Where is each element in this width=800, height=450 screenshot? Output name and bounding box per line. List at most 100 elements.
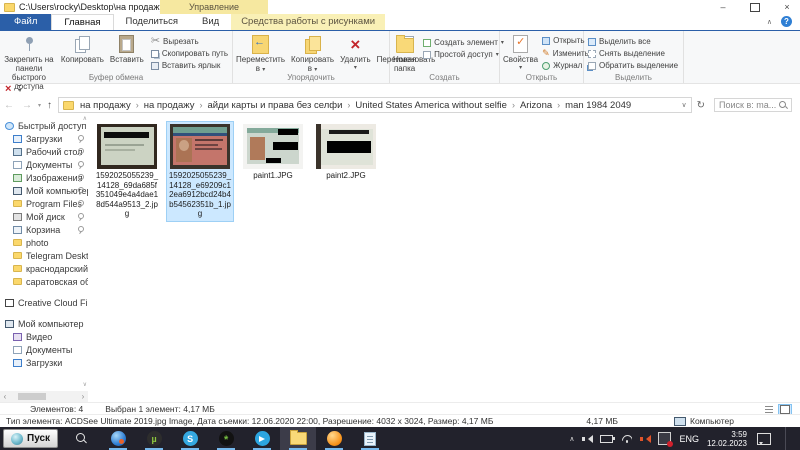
file-list-area[interactable]: 1592025055239_14128_69da685f351049e4a4da…: [89, 114, 800, 402]
sidebar-item-this-pc[interactable]: Мой компьютер: [0, 317, 88, 330]
hidden-icons-chevron[interactable]: ∧: [569, 435, 574, 443]
sidebar-item-documents2[interactable]: Документы: [0, 343, 88, 356]
collapse-ribbon-icon[interactable]: ∧: [767, 18, 772, 26]
clock[interactable]: 3:59 12.02.2023: [707, 430, 747, 448]
action-center-icon[interactable]: [757, 433, 771, 445]
file-item-selected[interactable]: 1592025055239_14128_e69209c12ea6912bcd24…: [166, 121, 234, 222]
taskbar-app-browser[interactable]: [100, 427, 136, 450]
audio-app-icon[interactable]: [640, 434, 650, 444]
sidebar-item-computer[interactable]: Мой компьютер: [0, 184, 88, 197]
volume-icon[interactable]: [582, 434, 592, 444]
up-button[interactable]: ↑: [43, 100, 56, 111]
details-view-button[interactable]: [762, 404, 776, 415]
file-item[interactable]: paint1.JPG: [239, 121, 307, 184]
thumbnails-view-button[interactable]: [778, 404, 792, 415]
scroll-left-icon[interactable]: ‹: [0, 392, 10, 401]
restore-button[interactable]: [750, 3, 760, 12]
breadcrumb-item[interactable]: на продажу: [78, 100, 133, 111]
sidebar-item-my-drive[interactable]: Мой диск: [0, 210, 88, 223]
breadcrumb-item[interactable]: man 1984 2049: [563, 100, 633, 111]
paste-button[interactable]: Вставить: [107, 33, 147, 64]
history-icon: [542, 62, 550, 70]
scroll-right-icon[interactable]: ›: [78, 392, 88, 401]
taskbar-app-icq[interactable]: [208, 427, 244, 450]
breadcrumb-item[interactable]: на продажу: [142, 100, 197, 111]
sidebar-item-photo[interactable]: photo: [0, 236, 88, 249]
copy-button[interactable]: Копировать: [58, 33, 107, 64]
invert-selection-button[interactable]: Обратить выделение: [588, 61, 678, 71]
taskbar-app-agent[interactable]: [316, 427, 352, 450]
breadcrumb-item[interactable]: айди карты и права без селфи: [205, 100, 344, 111]
tab-file[interactable]: Файл: [0, 14, 51, 30]
delete-button[interactable]: × Удалить ▾: [337, 33, 374, 73]
scrollbar-thumb[interactable]: [18, 393, 46, 400]
sidebar-item-pictures[interactable]: Изображения: [0, 171, 88, 184]
sidebar-item-saratov[interactable]: саратовская область: [0, 275, 88, 288]
copy-to-button[interactable]: Копировать в ▾: [288, 33, 337, 75]
sidebar-item-downloads2[interactable]: Загрузки: [0, 356, 88, 369]
recent-locations-icon[interactable]: ▾: [36, 102, 43, 109]
tab-view[interactable]: Вид: [190, 14, 231, 30]
sidebar-item-desktop[interactable]: Рабочий стол: [0, 145, 88, 158]
notification-app-icon[interactable]: [658, 432, 671, 445]
minimize-button[interactable]: –: [718, 2, 728, 12]
taskbar-app-notes[interactable]: [352, 427, 388, 450]
forward-button[interactable]: →: [18, 100, 36, 111]
breadcrumb-separator: ›: [133, 100, 142, 110]
tab-share[interactable]: Поделиться: [114, 14, 190, 30]
search-input[interactable]: Поиск в: ma...: [714, 98, 792, 112]
horizontal-scrollbar[interactable]: ‹ ›: [0, 391, 88, 402]
computer-icon: [674, 417, 686, 426]
easy-access-button[interactable]: Простой доступ ▾: [423, 50, 504, 60]
select-all-button[interactable]: Выделить все: [588, 37, 678, 47]
network-icon[interactable]: [621, 434, 632, 443]
show-desktop-button[interactable]: [785, 427, 790, 450]
taskbar-app-explorer[interactable]: [280, 427, 316, 450]
taskbar-app-skype[interactable]: [172, 427, 208, 450]
sidebar-item-program-files[interactable]: Program Files: [0, 197, 88, 210]
close-button[interactable]: ×: [782, 2, 792, 12]
documents-icon: [13, 346, 22, 354]
taskbar-app-utorrent[interactable]: [136, 427, 172, 450]
open-icon: [542, 37, 550, 45]
cut-button[interactable]: ✂ Вырезать: [151, 36, 228, 47]
select-all-icon: [588, 38, 596, 46]
refresh-icon[interactable]: ↻: [692, 100, 710, 111]
select-none-button[interactable]: Снять выделение: [588, 49, 678, 59]
breadcrumb-item[interactable]: Arizona: [518, 100, 554, 111]
copy-path-button[interactable]: Скопировать путь: [151, 49, 228, 59]
new-item-button[interactable]: Создать элемент ▾: [423, 38, 504, 48]
scroll-down-icon[interactable]: ∨: [83, 381, 87, 388]
sidebar-item-krasnodar[interactable]: краснодарский край: [0, 262, 88, 275]
properties-button[interactable]: Свойства ▾: [500, 33, 541, 73]
address-dropdown-icon[interactable]: ∨: [677, 101, 690, 109]
file-item[interactable]: 1592025055239_14128_69da685f351049e4a4da…: [93, 121, 161, 222]
breadcrumb-item[interactable]: United States America without selfie: [353, 100, 509, 111]
sidebar-item-telegram-desktop[interactable]: Telegram Desktop: [0, 249, 88, 262]
tab-picture-tools[interactable]: Средства работы с рисунками: [231, 14, 385, 30]
new-folder-button[interactable]: Новая папка: [390, 33, 419, 73]
move-to-button[interactable]: Переместить в ▾: [233, 33, 288, 75]
sidebar-item-quick-access[interactable]: Быстрый доступ: [0, 119, 88, 132]
address-bar[interactable]: на продажу › на продажу › айди карты и п…: [58, 97, 692, 113]
language-indicator[interactable]: ENG: [679, 434, 699, 444]
taskbar-app-telegram[interactable]: [244, 427, 280, 450]
qat-customize-icon[interactable]: ▾: [18, 85, 21, 94]
sidebar-item-videos[interactable]: Видео: [0, 330, 88, 343]
tab-home[interactable]: Главная: [51, 14, 113, 30]
title-bar[interactable]: C:\Users\rocky\Desktop\на продажу\на про…: [0, 0, 800, 14]
sidebar-item-documents[interactable]: Документы: [0, 158, 88, 171]
tray-date: 12.02.2023: [707, 439, 747, 448]
back-button[interactable]: ←: [0, 100, 18, 111]
battery-icon[interactable]: [600, 435, 613, 443]
qat-delete-icon[interactable]: ×: [5, 84, 11, 95]
sidebar-item-creative-cloud[interactable]: Creative Cloud Files: [0, 296, 88, 309]
paste-shortcut-button[interactable]: Вставить ярлык: [151, 61, 228, 71]
file-item[interactable]: paint2.JPG: [312, 121, 380, 184]
help-icon[interactable]: ?: [781, 16, 792, 27]
taskbar-search-icon[interactable]: [76, 433, 88, 445]
start-button[interactable]: Пуск: [3, 429, 58, 448]
sidebar-item-downloads[interactable]: Загрузки: [0, 132, 88, 145]
sidebar-item-recycle-bin[interactable]: Корзина: [0, 223, 88, 236]
new-item-icon: [423, 39, 431, 47]
